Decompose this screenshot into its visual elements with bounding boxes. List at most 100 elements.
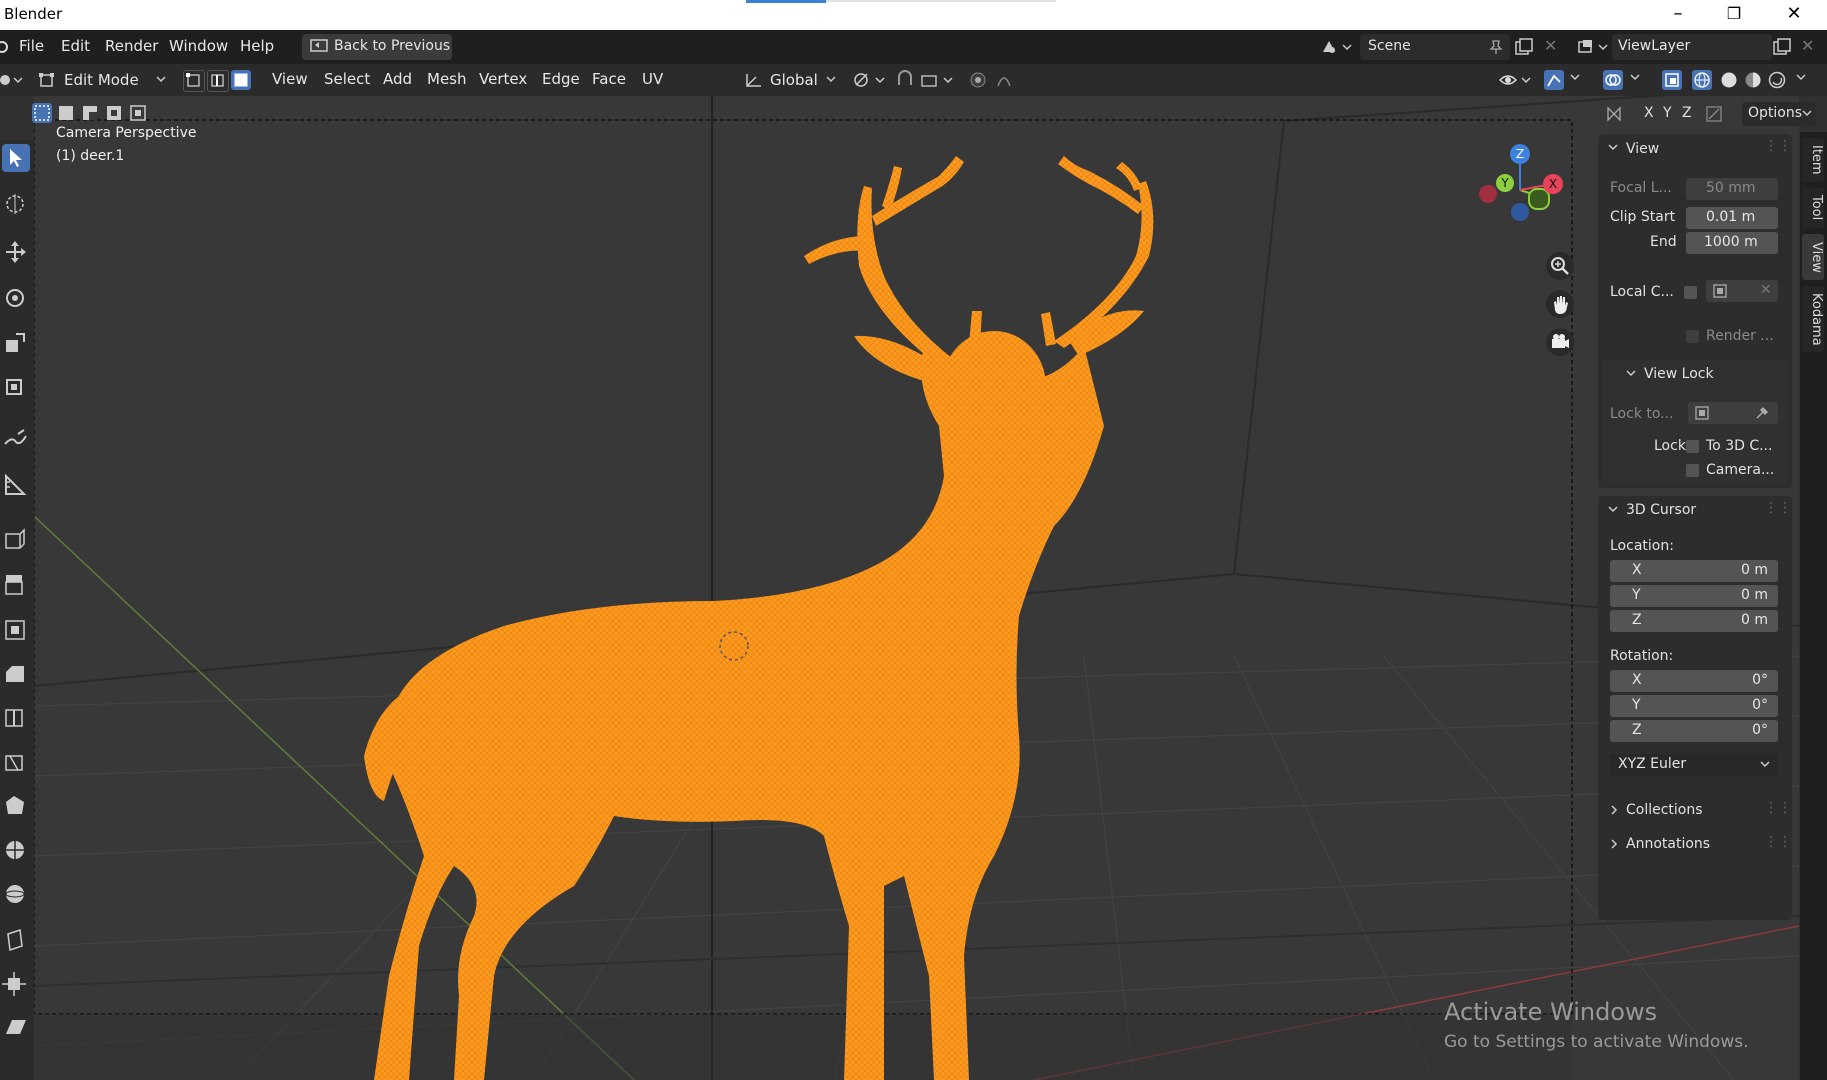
solid-shading-icon[interactable] (1718, 70, 1740, 90)
header-menu-edge[interactable]: Edge (542, 70, 580, 88)
chevron-down-icon[interactable] (1608, 144, 1620, 154)
drag-handle-icon[interactable]: ⋮⋮ (1764, 138, 1792, 154)
chevron-down-icon[interactable] (1626, 370, 1638, 380)
mirror-icon[interactable] (1604, 104, 1626, 124)
viewlayer-browse-button[interactable] (1574, 34, 1612, 60)
header-menu-view[interactable]: View (272, 70, 308, 88)
wireframe-shading-button[interactable] (1692, 70, 1712, 90)
location-y-field[interactable]: Y 0 m (1610, 585, 1778, 607)
menu-edit[interactable]: Edit (61, 37, 90, 55)
menu-help[interactable]: Help (240, 37, 274, 55)
gizmo-z-axis[interactable]: Z (1510, 144, 1530, 164)
auto-merge-icon[interactable] (1704, 104, 1726, 124)
rotation-x-field[interactable]: X 0° (1610, 670, 1778, 692)
scale-tool[interactable] (2, 330, 30, 358)
chevron-down-icon[interactable] (1570, 74, 1582, 84)
vertex-select-mode-button[interactable] (183, 70, 205, 92)
tab-view[interactable]: View (1802, 234, 1824, 280)
viewport-scene[interactable] (34, 96, 1799, 1080)
gizmo-toggle-button[interactable] (1544, 70, 1564, 90)
pin-icon[interactable] (1488, 39, 1504, 55)
3d-cursor-panel-title[interactable]: 3D Cursor (1626, 502, 1696, 518)
proportional-editing-icon[interactable] (968, 70, 1028, 90)
cursor-tool[interactable] (2, 190, 30, 218)
add-cube-tool[interactable] (2, 524, 30, 552)
mirror-x-toggle[interactable]: X (1644, 105, 1654, 121)
tab-tool[interactable]: Tool (1802, 188, 1824, 228)
pivot-point-icon[interactable] (852, 70, 888, 90)
select-new-button[interactable] (32, 103, 52, 123)
clear-icon[interactable]: ✕ (1760, 282, 1772, 298)
chevron-down-icon[interactable] (1608, 506, 1620, 516)
inset-faces-tool[interactable] (2, 616, 30, 644)
back-to-previous-button[interactable]: Back to Previous (302, 34, 452, 60)
rendered-shading-icon[interactable] (1766, 70, 1788, 90)
rotation-z-field[interactable]: Z 0° (1610, 720, 1778, 742)
view-lock-title[interactable]: View Lock (1644, 366, 1714, 382)
delete-viewlayer-icon[interactable]: ✕ (1801, 36, 1814, 55)
header-menu-select[interactable]: Select (324, 70, 370, 88)
overlays-toggle-button[interactable] (1603, 70, 1623, 90)
lock-camera-checkbox[interactable] (1686, 464, 1699, 477)
clip-end-field[interactable]: 1000 m (1686, 232, 1778, 254)
lock-to-object-field[interactable] (1688, 402, 1778, 424)
drag-handle-icon[interactable]: ⋮⋮ (1764, 800, 1792, 816)
rotation-mode-dropdown[interactable]: XYZ Euler (1610, 754, 1778, 776)
lock-to-3d-cursor-checkbox[interactable] (1686, 440, 1699, 453)
mirror-z-toggle[interactable]: Z (1682, 105, 1692, 121)
drag-handle-icon[interactable]: ⋮⋮ (1764, 834, 1792, 850)
navigation-gizmo[interactable]: Z Y X (1470, 142, 1570, 242)
shear-tool[interactable] (2, 1014, 30, 1042)
new-viewlayer-icon[interactable] (1772, 38, 1792, 56)
face-select-mode-button[interactable] (231, 70, 251, 90)
annotations-panel[interactable]: Annotations ⋮⋮ (1598, 830, 1792, 860)
editor-type-icon[interactable] (0, 70, 26, 90)
bevel-tool[interactable] (2, 660, 30, 688)
focal-length-field[interactable]: 50 mm (1686, 178, 1778, 200)
gizmo-x-axis[interactable]: X (1543, 174, 1563, 194)
material-shading-icon[interactable] (1742, 70, 1764, 90)
local-camera-checkbox[interactable] (1684, 286, 1697, 299)
scene-name-field[interactable]: Scene (1360, 34, 1510, 60)
rotation-y-field[interactable]: Y 0° (1610, 695, 1778, 717)
drag-handle-icon[interactable]: ⋮⋮ (1764, 500, 1792, 516)
clip-start-field[interactable]: 0.01 m (1686, 207, 1778, 229)
header-menu-add[interactable]: Add (383, 70, 412, 88)
poly-build-tool[interactable] (2, 792, 30, 820)
chevron-down-icon[interactable] (1796, 74, 1808, 84)
maximize-button[interactable]: ❐ (1706, 0, 1762, 30)
render-region-checkbox[interactable] (1686, 330, 1699, 343)
shrink-fatten-tool[interactable] (2, 970, 30, 998)
select-difference-button[interactable] (104, 103, 124, 123)
tab-kodama[interactable]: Kodama (1802, 286, 1824, 352)
local-camera-field[interactable]: ✕ (1706, 280, 1778, 302)
pan-button[interactable] (1546, 290, 1574, 318)
menu-render[interactable]: Render (105, 37, 158, 55)
view-panel-title[interactable]: View (1626, 141, 1659, 157)
measure-tool[interactable] (2, 472, 30, 500)
zoom-button[interactable] (1546, 252, 1574, 280)
smooth-tool[interactable] (2, 880, 30, 908)
select-subtract-button[interactable] (80, 103, 100, 123)
location-x-field[interactable]: X 0 m (1610, 560, 1778, 582)
menu-window[interactable]: Window (169, 37, 228, 55)
select-extend-button[interactable] (56, 103, 76, 123)
transform-orientation-selector[interactable]: Global (740, 68, 840, 92)
header-menu-face[interactable]: Face (592, 70, 626, 88)
select-intersect-button[interactable] (128, 103, 148, 123)
close-button[interactable]: ✕ (1766, 0, 1822, 30)
delete-scene-icon[interactable]: ✕ (1544, 36, 1557, 55)
camera-view-button[interactable] (1546, 328, 1574, 356)
rotate-tool[interactable] (2, 284, 30, 312)
transform-tool[interactable] (2, 374, 30, 402)
knife-tool[interactable] (2, 748, 30, 776)
header-menu-mesh[interactable]: Mesh (427, 70, 467, 88)
extrude-tool[interactable] (2, 570, 30, 598)
collections-panel[interactable]: Collections ⋮⋮ (1598, 796, 1792, 826)
3d-viewport[interactable]: Camera Perspective (1) deer.1 Z Y X Acti… (34, 96, 1799, 1080)
select-box-tool[interactable] (2, 144, 30, 172)
spin-tool[interactable] (2, 836, 30, 864)
location-z-field[interactable]: Z 0 m (1610, 610, 1778, 632)
header-menu-vertex[interactable]: Vertex (479, 70, 527, 88)
mode-selector[interactable]: Edit Mode (34, 68, 172, 92)
